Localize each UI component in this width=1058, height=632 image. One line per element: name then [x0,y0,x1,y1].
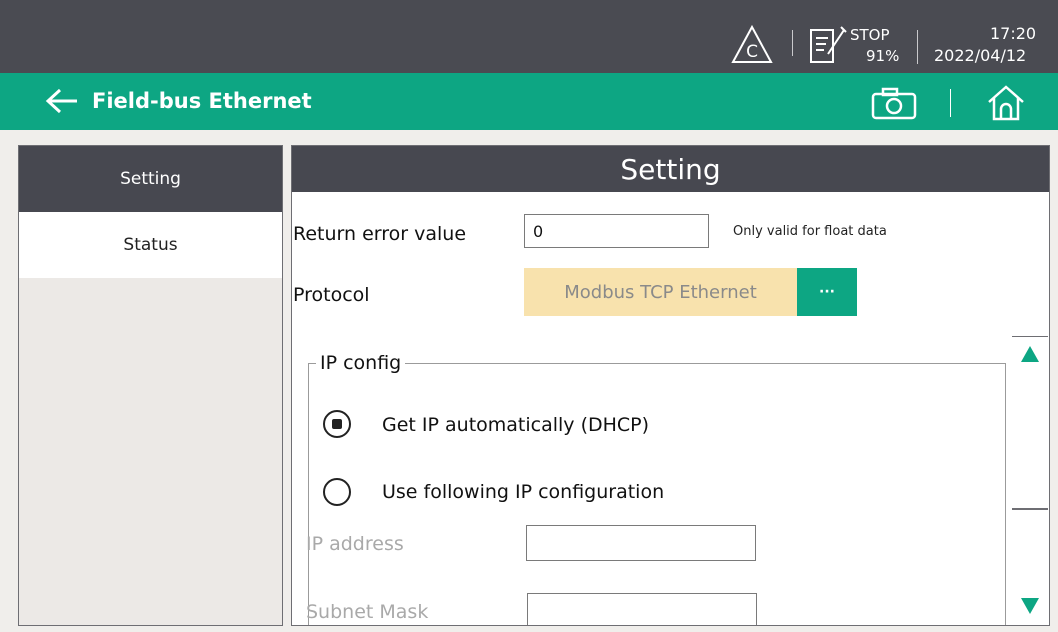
protocol-label: Protocol [293,284,370,306]
subnet-mask-input[interactable] [527,593,757,625]
plc-percent: 91% [866,47,900,65]
protocol-field[interactable]: Modbus TCP Ethernet [524,268,797,316]
ip-address-input[interactable] [526,525,756,561]
subnet-mask-label: Subnet Mask [306,601,429,623]
clock-time: 17:20 [990,24,1037,43]
title-divider [950,89,951,117]
nav-item-label: Setting [120,169,181,189]
ip-config-legend: IP config [316,351,406,375]
camera-icon[interactable] [871,86,917,120]
scroll-down-button[interactable] [1011,588,1049,624]
side-nav: Setting Status [18,145,283,626]
return-error-input[interactable]: 0 [524,214,709,248]
scroll-up-icon [1021,346,1039,362]
static-ip-radio[interactable] [323,478,351,506]
nav-item-setting[interactable]: Setting [19,146,282,212]
warning-icon: C [731,24,773,63]
settings-panel: Setting Return error value 0 Only valid … [291,145,1050,626]
radio-selected-dot [332,419,342,429]
status-divider [917,30,918,64]
plc-status-icon [810,26,847,63]
float-note: Only valid for float data [733,224,887,239]
panel-header: Setting [292,146,1049,192]
static-ip-label[interactable]: Use following IP configuration [382,480,664,504]
ip-address-label: IP address [306,533,404,555]
scroll-up-button[interactable] [1011,336,1049,372]
return-error-label: Return error value [293,223,467,245]
back-arrow-icon[interactable] [44,87,80,115]
warning-icon-letter: C [746,42,758,62]
dhcp-radio[interactable] [323,410,351,438]
nav-item-label: Status [123,235,178,255]
protocol-browse-button[interactable]: ··· [797,268,857,316]
scroll-thumb-edge [1012,508,1048,510]
home-icon[interactable] [986,84,1026,122]
scroll-thumb[interactable] [1012,336,1048,337]
clock-date: 2022/04/12 [934,46,1027,65]
plc-state: STOP [850,26,890,44]
scroll-down-icon [1021,598,1039,614]
nav-item-status[interactable]: Status [19,212,282,278]
status-divider [792,30,793,56]
page-title: Field-bus Ethernet [92,89,312,113]
screen: C STOP 91% 17:20 2022/04/12 Field-bus Et… [0,0,1058,632]
dhcp-label[interactable]: Get IP automatically (DHCP) [382,413,649,437]
